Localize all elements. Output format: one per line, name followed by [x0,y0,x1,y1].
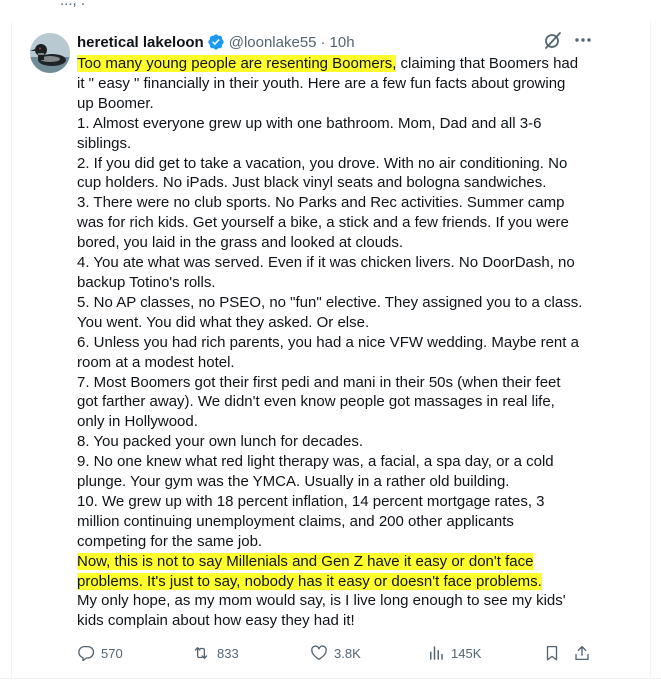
tweet-line-text: My only hope, as my mom would say, is I … [77,592,566,610]
loon-avatar-image [30,33,70,73]
tweet-line-text: 1. Almost everyone grew up with one bath… [77,114,542,132]
tweet-line: 5. No AP classes, no PSEO, no "fun" elec… [77,293,597,313]
tweet-line-text: You went. You did what they asked. Or el… [77,313,370,331]
highlighted-text: problems. It's just to say, nobody has i… [77,572,542,590]
tweet-text: Too many young people are resenting Boom… [77,54,597,631]
reply-count: 570 [101,645,123,661]
tweet-line-text: 8. You packed your own lunch for decades… [77,433,364,451]
tweet-line-text: 7. Most Boomers got their first pedi and… [77,373,561,391]
tweet-line-text: claiming that Boomers had [396,55,579,72]
tweet-line-text: 4. You ate what was served. Even if it w… [77,254,575,272]
avatar[interactable] [30,33,70,73]
highlighted-text: Now, this is not to say Millenials and G… [77,552,534,570]
tweet-line-text: siblings. [77,134,132,152]
repost-count: 833 [217,645,239,661]
tweet-line: bored, you laid in the grass and looked … [77,233,597,253]
tweet-line-text: 2. If you did get to take a vacation, yo… [77,154,568,172]
tweet-line: 10. We grew up with 18 percent inflation… [77,492,597,512]
tweet-line-text: cup holders. No iPads. Just black vinyl … [77,174,547,192]
tweet-line: room at a modest hotel. [77,353,597,373]
reply-button[interactable]: 570 [77,642,123,664]
tweet-line-text: 5. No AP classes, no PSEO, no "fun" elec… [77,293,583,311]
header-actions [543,30,593,50]
tweet-line: 3. There were no club sports. No Parks a… [77,193,597,213]
tweet-line: plunge. Your gym was the YMCA. Usually i… [77,472,597,492]
tweet-line: 1. Almost everyone grew up with one bath… [77,114,597,134]
tweet-line-text: room at a modest hotel. [77,353,235,371]
tweet-line-text: 3. There were no club sports. No Parks a… [77,194,565,212]
repost-icon [194,647,208,659]
user-handle[interactable]: @loonlake55 [229,34,317,51]
tweet-line-text: 10. We grew up with 18 percent inflation… [77,492,545,510]
tweet-line: siblings. [77,134,597,154]
display-name[interactable]: heretical lakeloon [77,34,204,51]
tweet-line-text: got farther away). We didn't even know p… [77,393,555,411]
view-count: 145K [451,645,482,661]
previous-post-fragment: ..., . [60,0,86,9]
tweet-line: cup holders. No iPads. Just black vinyl … [77,173,597,193]
tweet-line-text: was for rich kids. Get yourself a bike, … [77,214,569,232]
tweet-line-text: 6. Unless you had rich parents, you had … [77,333,579,351]
grok-icon[interactable] [543,30,563,50]
tweet-line-text: it " easy " financially in their youth. … [77,74,566,92]
tweet-line: up Boomer. [77,94,597,114]
tweet-line: Now, this is not to say Millenials and G… [77,552,597,572]
tweet-line: 4. You ate what was served. Even if it w… [77,253,597,273]
tweet-line-text: kids complain about how easy they had it… [77,612,355,630]
tweet-line: 2. If you did get to take a vacation, yo… [77,154,597,174]
divider [0,678,661,679]
tweet-line: Too many young people are resenting Boom… [77,54,597,74]
tweet-line: competing for the same job. [77,532,597,552]
tweet-line-text: competing for the same job. [77,532,263,550]
views-icon [430,646,443,660]
tweet-line: problems. It's just to say, nobody has i… [77,572,597,592]
timestamp[interactable]: 10h [330,34,355,51]
reply-icon [78,645,95,662]
like-icon [311,645,327,661]
more-options-icon[interactable] [573,30,593,50]
tweet-line: My only hope, as my mom would say, is I … [77,591,597,611]
bookmark-button[interactable] [543,642,561,664]
like-count: 3.8K [334,645,361,661]
tweet-line: kids complain about how easy they had it… [77,611,597,631]
tweet-line: 8. You packed your own lunch for decades… [77,432,597,452]
separator-dot: · [320,33,326,51]
repost-button[interactable]: 833 [191,642,239,664]
tweet-line: 7. Most Boomers got their first pedi and… [77,373,597,393]
tweet-header: heretical lakeloon @loonlake55 · 10h [77,32,355,52]
tweet-actions: 570 833 3.8K 145K [77,642,597,664]
share-icon [575,645,589,661]
tweet-line: You went. You did what they asked. Or el… [77,313,597,333]
views-button[interactable]: 145K [427,642,481,664]
tweet-line: was for rich kids. Get yourself a bike, … [77,213,597,233]
tweet-line-text: million continuing unemployment claims, … [77,512,514,530]
tweet-line: 9. No one knew what red light therapy wa… [77,452,597,472]
tweet-line-text: backup Totino's rolls. [77,273,216,291]
tweet-line-text: bored, you laid in the grass and looked … [77,234,404,252]
verified-badge-icon[interactable] [207,33,225,51]
tweet-line-text: only in Hollywood. [77,413,198,431]
tweet-line-text: plunge. Your gym was the YMCA. Usually i… [77,473,510,491]
tweet-line: it " easy " financially in their youth. … [77,74,597,94]
bookmark-icon [546,645,558,661]
tweet-line: million continuing unemployment claims, … [77,512,597,532]
tweet-line: got farther away). We didn't even know p… [77,392,597,412]
like-button[interactable]: 3.8K [310,642,361,664]
tweet-line: only in Hollywood. [77,412,597,432]
tweet-line-text: up Boomer. [77,94,154,112]
share-button[interactable] [573,642,591,664]
tweet-line: backup Totino's rolls. [77,273,597,293]
highlighted-text: Too many young people are resenting Boom… [77,55,397,72]
tweet-line-text: 9. No one knew what red light therapy wa… [77,453,554,471]
tweet-line: 6. Unless you had rich parents, you had … [77,333,597,353]
